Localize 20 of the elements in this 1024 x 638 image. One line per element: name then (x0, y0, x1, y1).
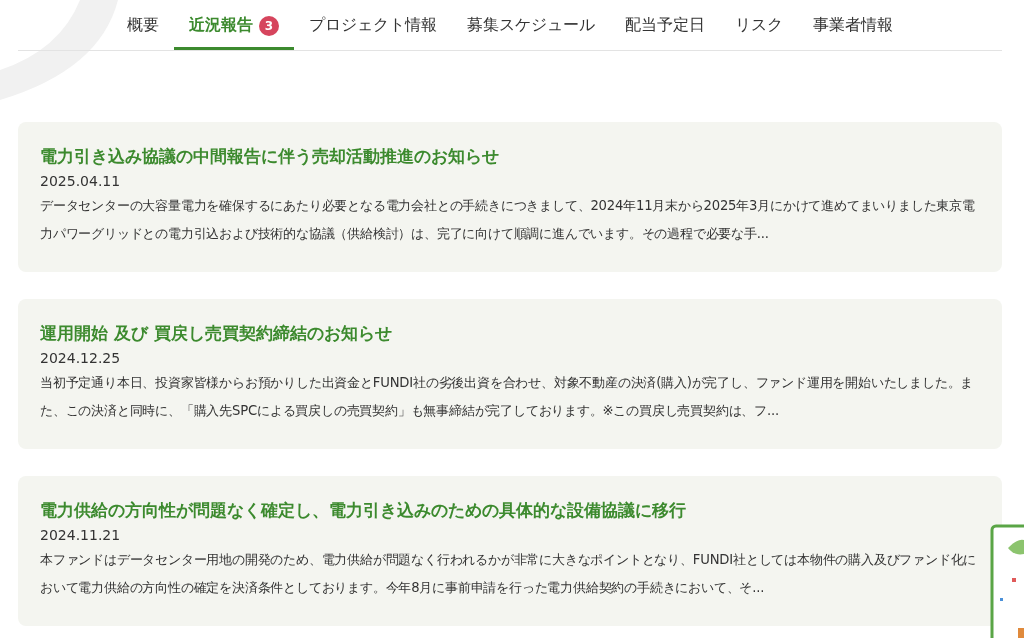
tab[interactable]: 事業者情報 (798, 0, 908, 50)
news-title[interactable]: 電力引き込み協議の中間報告に伴う売却活動推進のお知らせ (40, 144, 980, 168)
news-summary: 当初予定通り本日、投資家皆様からお預かりした出資金とFUNDI社の劣後出資を合わせ、対象不動産の決済(購入)が完了し、ファンド運用を開始いたしました。また、この決済と同時に、「購入先SPCによる買戻しの売買契約」も無事締結が完了しております。※この買戻し売買契約は、フ... (40, 374, 975, 420)
news-card[interactable]: 電力供給の方向性が問題なく確定し、電力引き込みのための具体的な設備協議に移行 2024.11.21 本ファンドはデータセンター用地の開発のため、電力供給が問題なく行われるかが非常に大きなポイントとなり、FUNDI社としては本物件の購入及びファンド化において電力供給の方向性の確定を決済条件としております。今年8月に事前申請を行った電力供給契約の手続きにおいて、そ... (18, 476, 1002, 626)
tab[interactable]: リスク (720, 0, 798, 50)
tab[interactable]: 募集スケジュール (452, 0, 610, 50)
news-title[interactable]: 電力供給の方向性が問題なく確定し、電力引き込みのための具体的な設備協議に移行 (40, 498, 980, 522)
news-summary: 本ファンドはデータセンター用地の開発のため、電力供給が問題なく行われるかが非常に大きなポイントとなり、FUNDI社としては本物件の購入及びファンド化において電力供給の方向性の確定を決済条件としております。今年8月に事前申請を行った電力供給契約の手続きにおいて、そ... (40, 551, 978, 597)
count-badge: 3 (259, 15, 279, 36)
news-date: 2025.04.11 (40, 172, 122, 191)
news-summary: データセンターの大容量電力を確保するにあたり必要となる電力会社との手続きにつきまして、2024年11月末から2025年3月にかけて進めてまいりました東京電力パワーグリッドとの電力引込および技術的な協議（供給検討）は、完了に向けて順調に進んでいます。その過程で必要な手... (40, 197, 976, 243)
news-card[interactable]: 運用開始 及び 買戻し売買契約締結のお知らせ 2024.12.25 当初予定通り本日、投資家皆様からお預かりした出資金とFUNDI社の劣後出資を合わせ、対象不動産の決済(購入)が完了し、ファンド運用を開始いたしました。また、この決済と同時に、「購入先SPCによる買戻しの売買契約」も無事締結が完了しております。※この買戻し売買契約は、フ... (18, 299, 1002, 449)
tab[interactable]: プロジェクト情報 (294, 0, 452, 50)
tab[interactable]: 配当予定日 (610, 0, 720, 50)
tab[interactable]: 近況報告 3 (174, 0, 294, 50)
news-title[interactable]: 運用開始 及び 買戻し売買契約締結のお知らせ (40, 321, 980, 345)
news-card[interactable]: 電力引き込み協議の中間報告に伴う売却活動推進のお知らせ 2025.04.11 データセンターの大容量電力を確保するにあたり必要となる電力会社との手続きにつきまして、2024年11月末から2025年3月にかけて進めてまいりました東京電力パワーグリッドとの電力引込および技術的な協議（供給検討）は、完了に向けて順調に進んでいます。その過程で必要な手... (18, 122, 1002, 272)
news-date: 2024.12.25 (40, 349, 122, 368)
news-date: 2024.11.21 (40, 526, 122, 545)
tab[interactable]: 概要 (112, 0, 174, 50)
